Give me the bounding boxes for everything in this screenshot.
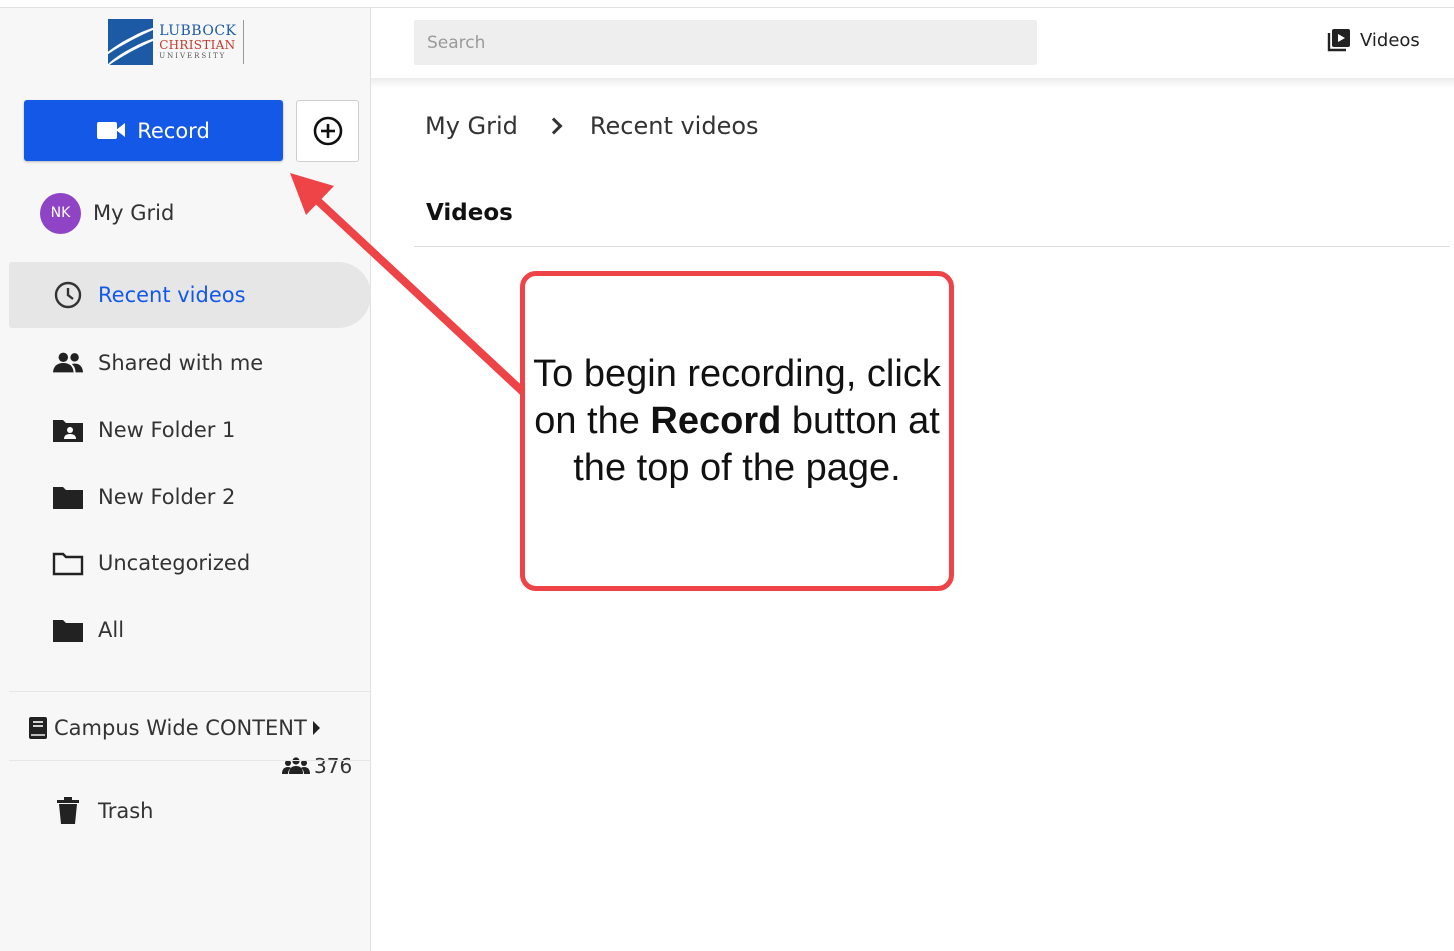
sidebar-divider xyxy=(9,760,371,761)
add-button[interactable] xyxy=(296,100,359,162)
people-icon xyxy=(52,347,84,379)
videos-link[interactable]: Videos xyxy=(1327,28,1420,52)
sidebar-item-label: Uncategorized xyxy=(98,551,251,575)
logo-mark-icon xyxy=(108,19,154,65)
record-button-label: Record xyxy=(137,118,210,143)
sidebar-item-my-grid[interactable]: NK My Grid xyxy=(0,180,371,246)
breadcrumb: My Grid Recent videos xyxy=(425,112,759,140)
annotation-text: To begin recording, click on the Record … xyxy=(533,352,941,489)
sidebar-item-recent-videos[interactable]: Recent videos xyxy=(9,262,371,328)
record-button[interactable]: Record xyxy=(24,100,283,161)
sidebar-item-trash[interactable]: Trash xyxy=(0,778,371,844)
sidebar-item-label: My Grid xyxy=(93,201,175,225)
search-input[interactable] xyxy=(414,20,1037,65)
folder-outline-icon xyxy=(52,547,84,579)
logo-tagline-mark xyxy=(242,20,272,64)
header-shadow xyxy=(371,78,1454,88)
sidebar-item-label: Trash xyxy=(98,799,154,823)
sidebar-group-campus-wide[interactable]: Campus Wide CONTENT xyxy=(28,716,320,740)
university-logo[interactable]: LUBBOCK CHRISTIAN UNIVERSITY xyxy=(108,18,272,66)
videos-link-label: Videos xyxy=(1360,29,1420,51)
shared-folder-icon xyxy=(52,414,84,446)
annotation-callout: To begin recording, click on the Record … xyxy=(520,271,954,591)
clock-icon xyxy=(52,279,84,311)
logo-line-1: LUBBOCK xyxy=(159,23,237,39)
sidebar-item-all[interactable]: All xyxy=(0,597,371,663)
trash-icon xyxy=(52,795,84,827)
sidebar-item-uncategorized[interactable]: Uncategorized xyxy=(0,530,371,596)
group-label: Campus Wide CONTENT xyxy=(54,716,307,740)
logo-line-2: CHRISTIAN xyxy=(159,38,236,52)
breadcrumb-item-my-grid[interactable]: My Grid xyxy=(425,112,518,140)
sidebar-item-new-folder-1[interactable]: New Folder 1 xyxy=(0,397,371,463)
section-divider xyxy=(414,246,1450,247)
annotation-bold-text: Record xyxy=(650,399,782,442)
video-camera-icon xyxy=(97,122,126,139)
folder-icon xyxy=(52,614,84,646)
sidebar-item-shared-with-me[interactable]: Shared with me xyxy=(0,330,371,396)
sidebar: LUBBOCK CHRISTIAN UNIVERSITY Record NK M… xyxy=(0,8,371,951)
sidebar-item-new-folder-2[interactable]: New Folder 2 xyxy=(0,464,371,530)
sidebar-item-label: Recent videos xyxy=(98,283,246,307)
sidebar-item-label: New Folder 2 xyxy=(98,485,236,509)
member-count-value: 376 xyxy=(314,754,353,778)
section-title: Videos xyxy=(426,200,513,226)
folder-icon xyxy=(52,481,84,513)
sidebar-item-label: All xyxy=(98,618,125,642)
chevron-right-icon xyxy=(545,117,563,135)
logo-line-3: UNIVERSITY xyxy=(159,52,227,60)
avatar: NK xyxy=(40,192,81,234)
breadcrumb-item-recent-videos: Recent videos xyxy=(589,112,759,140)
sidebar-divider xyxy=(9,691,371,692)
book-icon xyxy=(29,717,47,739)
plus-circle-icon xyxy=(313,116,342,146)
sidebar-item-label: New Folder 1 xyxy=(98,418,236,442)
video-library-icon xyxy=(1327,29,1350,52)
sidebar-item-label: Shared with me xyxy=(98,351,264,375)
caret-right-icon[interactable] xyxy=(312,721,320,735)
member-count: 376 xyxy=(282,754,352,778)
